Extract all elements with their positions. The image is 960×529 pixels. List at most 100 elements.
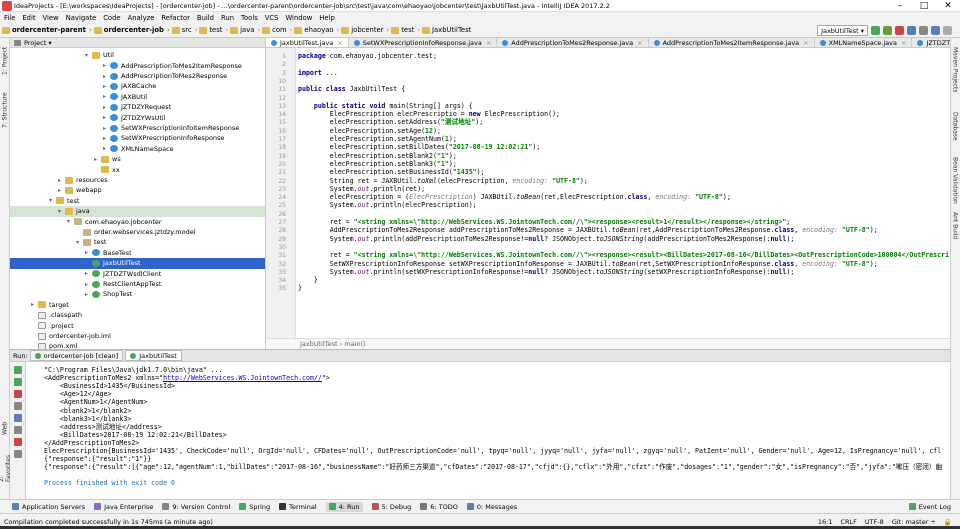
chevron-icon[interactable]: ▾	[58, 208, 65, 215]
close-tab-icon[interactable]: ×	[803, 39, 808, 47]
code-line[interactable]: import ...	[298, 69, 338, 78]
bottom-tab[interactable]: 9: Version Control	[162, 503, 230, 511]
code-line[interactable]: public class JaxbUtilTest {	[298, 85, 405, 94]
line-separator[interactable]: CRLF	[840, 518, 856, 526]
git-branch[interactable]: Git: master ÷	[892, 518, 936, 526]
editor-tab[interactable]: AddPrescriptionToMes2Response.java ×	[497, 38, 649, 47]
menu-refactor[interactable]: Refactor	[161, 14, 190, 22]
chevron-icon[interactable]: ▸	[85, 291, 92, 298]
editor-tab[interactable]: AddPrescriptionToMes2ItemResponse.java ×	[649, 38, 815, 47]
right-tool-tab[interactable]: Maven Projects	[950, 42, 960, 98]
close-icon[interactable]	[14, 438, 22, 446]
bottom-tab[interactable]: Event Log	[908, 503, 951, 511]
file-encoding[interactable]: UTF-8	[865, 518, 884, 526]
bottom-tab[interactable]: Java Enterprise	[94, 503, 153, 511]
tree-item[interactable]: ▸ JAXBUtil	[103, 92, 147, 103]
tree-item[interactable]: .classpath	[31, 310, 82, 321]
code-editor[interactable]: package com.ehaoyao.jobcenter.test; impor…	[296, 48, 950, 338]
run-configuration-select[interactable]: JaxbUtilTest ▾	[817, 25, 868, 36]
structure-icon[interactable]	[931, 26, 940, 35]
chevron-icon[interactable]: ▸	[103, 73, 110, 80]
chevron-icon[interactable]: ▸	[103, 104, 110, 111]
tree-item[interactable]: ▸ AddPrescriptionToMes2Response	[103, 71, 227, 82]
breadcrumb-item[interactable]: test ›	[391, 26, 420, 34]
breadcrumb-item[interactable]: ehaoyao ›	[294, 26, 339, 34]
search-icon[interactable]	[943, 26, 952, 35]
bottom-tab[interactable]: Terminal	[279, 503, 317, 511]
menu-vcs[interactable]: VCS	[265, 14, 279, 22]
minimize-icon[interactable]: –	[888, 1, 912, 11]
stop-icon[interactable]	[14, 390, 22, 398]
right-tool-tab[interactable]: Database	[950, 104, 960, 148]
menu-run[interactable]: Run	[221, 14, 234, 22]
tree-item[interactable]: ▸ JaxbUtilTest	[10, 258, 265, 269]
tree-item[interactable]: xx	[94, 164, 120, 175]
menu-analyze[interactable]: Analyze	[128, 14, 155, 22]
breadcrumb-item[interactable]: java ›	[230, 26, 260, 34]
menu-file[interactable]: File	[4, 14, 15, 22]
tree-item[interactable]: ordercenter-job.iml	[31, 331, 111, 342]
chevron-icon[interactable]: ▸	[103, 83, 110, 90]
editor-tab[interactable]: XMLNameSpace.java ×	[815, 38, 913, 47]
tree-item[interactable]: ▸ AddPrescriptionToMes2ItemResponse	[103, 60, 242, 71]
run-tab[interactable]: ordercenter-job [clean]	[29, 350, 124, 361]
editor-tab[interactable]: JZTDZTWsdlClient.java×	[912, 38, 950, 47]
up-icon[interactable]	[14, 378, 22, 386]
right-tool-tab[interactable]: Ant Build	[950, 206, 960, 246]
breadcrumb-item[interactable]: ordercenter-parent ›	[2, 26, 92, 34]
left-tool-tab[interactable]: Web	[0, 418, 10, 438]
breadcrumb-item[interactable]: JaxbUtilTest	[422, 26, 471, 34]
project-panel-header[interactable]: Project ▾	[10, 38, 265, 48]
left-tool-tab[interactable]: 1: Project	[0, 42, 10, 80]
close-icon[interactable]: ✕	[936, 1, 960, 11]
chevron-icon[interactable]: ▸	[103, 135, 110, 142]
bottom-tab[interactable]: Spring	[239, 503, 270, 511]
chevron-icon[interactable]: ▸	[85, 281, 92, 288]
rerun-icon[interactable]	[14, 366, 22, 374]
tree-item[interactable]: ▾ test	[49, 196, 79, 207]
print-icon[interactable]	[14, 426, 22, 434]
chevron-icon[interactable]: ▾	[67, 218, 74, 225]
close-tab-icon[interactable]: ×	[637, 39, 642, 47]
chevron-icon[interactable]: ▸	[103, 145, 110, 152]
menu-code[interactable]: Code	[103, 14, 120, 22]
breadcrumb-item[interactable]: ordercenter-job ›	[93, 26, 170, 34]
cursor-position[interactable]: 16:1	[818, 518, 833, 526]
tree-item[interactable]: ▸ webapp	[58, 185, 102, 196]
breadcrumb-item[interactable]: jobcenter ›	[341, 26, 389, 34]
tree-item[interactable]: ▸ SetWXPrescriptionInfoResponse	[103, 133, 224, 144]
help-icon[interactable]	[14, 450, 22, 458]
tree-item[interactable]: ▸ ShopTest	[85, 289, 132, 300]
tree-item[interactable]: pom.xml	[31, 341, 78, 349]
menu-build[interactable]: Build	[197, 14, 214, 22]
chevron-icon[interactable]: ▸	[103, 125, 110, 132]
chevron-icon[interactable]: ▸	[58, 177, 65, 184]
editor-tab[interactable]: SetWXPrescriptionInfoResponse.java ×	[349, 38, 498, 47]
tree-item[interactable]: ▾ com.ehaoyao.jobcenter	[67, 216, 162, 227]
console-output[interactable]: "C:\Program Files\Java\jdk1.7.0\bin\java…	[26, 362, 950, 499]
run-tab[interactable]: JaxbUtilTest	[125, 350, 182, 361]
tree-item[interactable]: order.webservices.jztdzy.model	[76, 227, 196, 238]
tree-item[interactable]: ▸ JZTDZYWsUtil	[103, 112, 166, 123]
stop-icon[interactable]	[895, 26, 904, 35]
bottom-tab[interactable]: Application Servers	[12, 503, 85, 511]
left-tool-tab[interactable]: 2: Favorites	[0, 454, 12, 481]
chevron-icon[interactable]: ▸	[103, 62, 110, 69]
left-tool-tab[interactable]: 7: Structure	[0, 88, 10, 132]
tree-item[interactable]: ▸ SetWXPrescriptionInfoItemResponse	[103, 123, 239, 134]
tree-item[interactable]: ▾ java	[10, 206, 265, 217]
chevron-icon[interactable]: ▾	[85, 52, 92, 59]
vcs-update-icon[interactable]	[907, 26, 916, 35]
down-icon[interactable]	[14, 402, 22, 410]
code-line[interactable]: package com.ehaoyao.jobcenter.test;	[298, 52, 437, 61]
settings-icon[interactable]	[919, 26, 928, 35]
chevron-icon[interactable]: ▸	[85, 270, 92, 277]
tree-item[interactable]: .project	[31, 320, 74, 331]
chevron-icon[interactable]: ▸	[103, 93, 110, 100]
chevron-icon[interactable]: ▸	[85, 249, 92, 256]
tree-item[interactable]: ▸ ws	[94, 154, 121, 165]
run-icon[interactable]	[871, 26, 880, 35]
chevron-icon[interactable]: ▸	[85, 260, 92, 267]
tree-item[interactable]: ▸ resources	[58, 175, 108, 186]
chevron-icon[interactable]: ▸	[58, 187, 65, 194]
